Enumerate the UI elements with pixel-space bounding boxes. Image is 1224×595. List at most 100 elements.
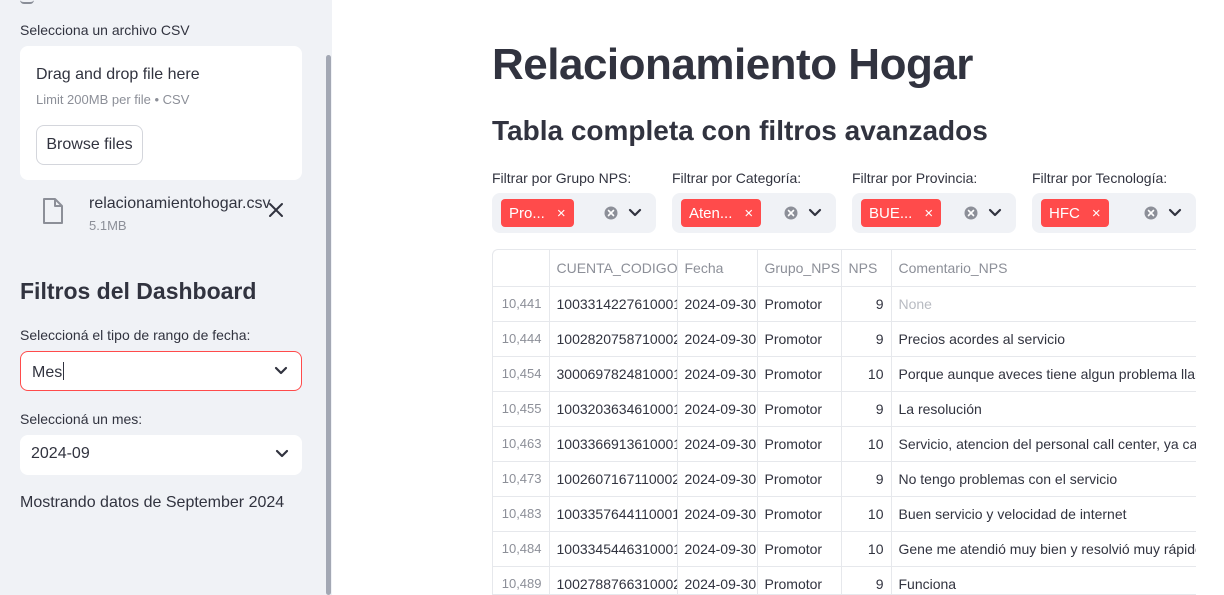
multiselect-grupo-nps[interactable]: Pro... × [492, 193, 656, 233]
cell-grupo[interactable]: Promotor [757, 461, 842, 497]
cell-cuenta[interactable]: 1003203634610001 [549, 391, 678, 427]
cell-fecha[interactable]: 2024-09-30 [677, 426, 758, 462]
cell-grupo[interactable]: Promotor [757, 531, 842, 567]
cell-index[interactable]: 10,463 [493, 426, 550, 462]
chip-close-icon[interactable]: × [1092, 205, 1101, 222]
cell-nps[interactable]: 10 [841, 356, 892, 392]
close-icon[interactable] [268, 202, 284, 218]
cell-fecha[interactable]: 2024-09-30 [677, 531, 758, 567]
cell-nps[interactable]: 9 [841, 286, 892, 322]
cell-fecha[interactable]: 2024-09-30 [677, 321, 758, 357]
range-type-select[interactable]: Mes [20, 351, 302, 391]
cell-fecha[interactable]: 2024-09-30 [677, 496, 758, 532]
cell-cuenta[interactable]: 1002788766310002 [549, 566, 678, 594]
clear-circle-icon[interactable] [604, 206, 618, 220]
cell-index[interactable]: 10,444 [493, 321, 550, 357]
cell-cuenta[interactable]: 1003345446310001 [549, 531, 678, 567]
cell-fecha[interactable]: 2024-09-30 [677, 566, 758, 594]
cell-index[interactable]: 10,455 [493, 391, 550, 427]
table-row[interactable]: 10,441 1003314227610001 2024-09-30 Promotor… [493, 286, 1196, 322]
cell-comentario[interactable]: Precios acordes al servicio [891, 321, 1196, 357]
cell-index[interactable]: 10,483 [493, 496, 550, 532]
cell-index[interactable]: 10,489 [493, 566, 550, 594]
month-select[interactable]: 2024-09 [20, 435, 302, 475]
cell-comentario[interactable]: Funciona [891, 566, 1196, 594]
chevron-down-icon[interactable] [274, 366, 288, 376]
cell-nps[interactable]: 9 [841, 391, 892, 427]
table-row[interactable]: 10,455 1003203634610001 2024-09-30 Promotor… [493, 391, 1196, 427]
table-row[interactable]: 10,463 1003366913610001 2024-09-30 Promotor… [493, 426, 1196, 462]
cell-comentario[interactable]: Porque aunque aveces tiene algun problem… [891, 356, 1196, 392]
cell-fecha[interactable]: 2024-09-30 [677, 391, 758, 427]
clear-circle-icon[interactable] [1144, 206, 1158, 220]
cell-cuenta[interactable]: 1002820758710002 [549, 321, 678, 357]
clear-circle-icon[interactable] [784, 206, 798, 220]
filter-chip[interactable]: Pro... × [501, 199, 574, 227]
cell-grupo[interactable]: Promotor [757, 391, 842, 427]
cell-index[interactable]: 10,454 [493, 356, 550, 392]
cell-index[interactable]: 10,441 [493, 286, 550, 322]
table-row[interactable]: 10,473 1002607167110002 2024-09-30 Promotor… [493, 461, 1196, 497]
clear-circle-icon[interactable] [964, 206, 978, 220]
chevron-down-icon[interactable] [808, 208, 822, 218]
collapse-stub-icon[interactable] [20, 0, 34, 4]
data-table[interactable]: CUENTA_CODIGO Fecha Grupo_NPS NPS Coment… [492, 249, 1196, 595]
chip-close-icon[interactable]: × [924, 205, 933, 222]
cell-grupo[interactable]: Promotor [757, 356, 842, 392]
chip-close-icon[interactable]: × [744, 205, 753, 222]
filter-tecnologia: Filtrar por Tecnología: HFC × [1032, 170, 1196, 233]
chevron-down-icon[interactable] [988, 208, 1002, 218]
cell-nps[interactable]: 9 [841, 461, 892, 497]
table-row[interactable]: 10,454 3000697824810001 2024-09-30 Promotor… [493, 356, 1196, 392]
cell-comentario[interactable]: Servicio, atencion del personal call cen… [891, 426, 1196, 462]
filter-chip[interactable]: BUE... × [861, 199, 942, 227]
multiselect-categoria[interactable]: Aten... × [672, 193, 836, 233]
cell-comentario[interactable]: Buen servicio y velocidad de internet [891, 496, 1196, 532]
cell-comentario[interactable]: La resolución [891, 391, 1196, 427]
column-header-comentario[interactable]: Comentario_NPS [891, 250, 1196, 287]
cell-nps[interactable]: 10 [841, 426, 892, 462]
chevron-down-icon[interactable] [628, 208, 642, 218]
table-row[interactable]: 10,484 1003345446310001 2024-09-30 Promotor… [493, 531, 1196, 567]
browse-files-button[interactable]: Browse files [36, 125, 143, 165]
cell-grupo[interactable]: Promotor [757, 286, 842, 322]
column-header-index[interactable] [493, 250, 550, 287]
cell-nps[interactable]: 10 [841, 531, 892, 567]
cell-nps[interactable]: 9 [841, 321, 892, 357]
chip-close-icon[interactable]: × [557, 205, 566, 222]
multiselect-tecnologia[interactable]: HFC × [1032, 193, 1196, 233]
cell-cuenta[interactable]: 1002607167110002 [549, 461, 678, 497]
cell-grupo[interactable]: Promotor [757, 426, 842, 462]
sidebar-scrollbar[interactable] [326, 55, 331, 595]
filter-chip[interactable]: Aten... × [681, 199, 762, 227]
column-header-fecha[interactable]: Fecha [677, 250, 758, 287]
filter-chip[interactable]: HFC × [1041, 199, 1109, 227]
cell-cuenta[interactable]: 3000697824810001 [549, 356, 678, 392]
cell-nps[interactable]: 10 [841, 496, 892, 532]
chevron-down-icon[interactable] [275, 449, 289, 459]
column-header-nps[interactable]: NPS [841, 250, 892, 287]
cell-index[interactable]: 10,473 [493, 461, 550, 497]
table-row[interactable]: 10,483 1003357644110001 2024-09-30 Promotor… [493, 496, 1196, 532]
chevron-down-icon[interactable] [1168, 208, 1182, 218]
column-header-grupo[interactable]: Grupo_NPS [757, 250, 842, 287]
cell-fecha[interactable]: 2024-09-30 [677, 286, 758, 322]
table-row[interactable]: 10,444 1002820758710002 2024-09-30 Promotor… [493, 321, 1196, 357]
cell-comentario[interactable]: No tengo problemas con el servicio [891, 461, 1196, 497]
cell-grupo[interactable]: Promotor [757, 321, 842, 357]
multiselect-provincia[interactable]: BUE... × [852, 193, 1016, 233]
cell-grupo[interactable]: Promotor [757, 496, 842, 532]
cell-nps[interactable]: 9 [841, 566, 892, 594]
cell-comentario[interactable]: Gene me atendió muy bien y resolvió muy … [891, 531, 1196, 567]
cell-index[interactable]: 10,484 [493, 531, 550, 567]
cell-comentario[interactable]: None [891, 286, 1196, 322]
cell-cuenta[interactable]: 1003314227610001 [549, 286, 678, 322]
cell-grupo[interactable]: Promotor [757, 566, 842, 594]
cell-cuenta[interactable]: 1003357644110001 [549, 496, 678, 532]
file-dropzone[interactable]: Drag and drop file here Limit 200MB per … [20, 46, 302, 180]
cell-fecha[interactable]: 2024-09-30 [677, 461, 758, 497]
table-row[interactable]: 10,489 1002788766310002 2024-09-30 Promotor… [493, 566, 1196, 594]
column-header-cuenta[interactable]: CUENTA_CODIGO [549, 250, 678, 287]
cell-cuenta[interactable]: 1003366913610001 [549, 426, 678, 462]
cell-fecha[interactable]: 2024-09-30 [677, 356, 758, 392]
